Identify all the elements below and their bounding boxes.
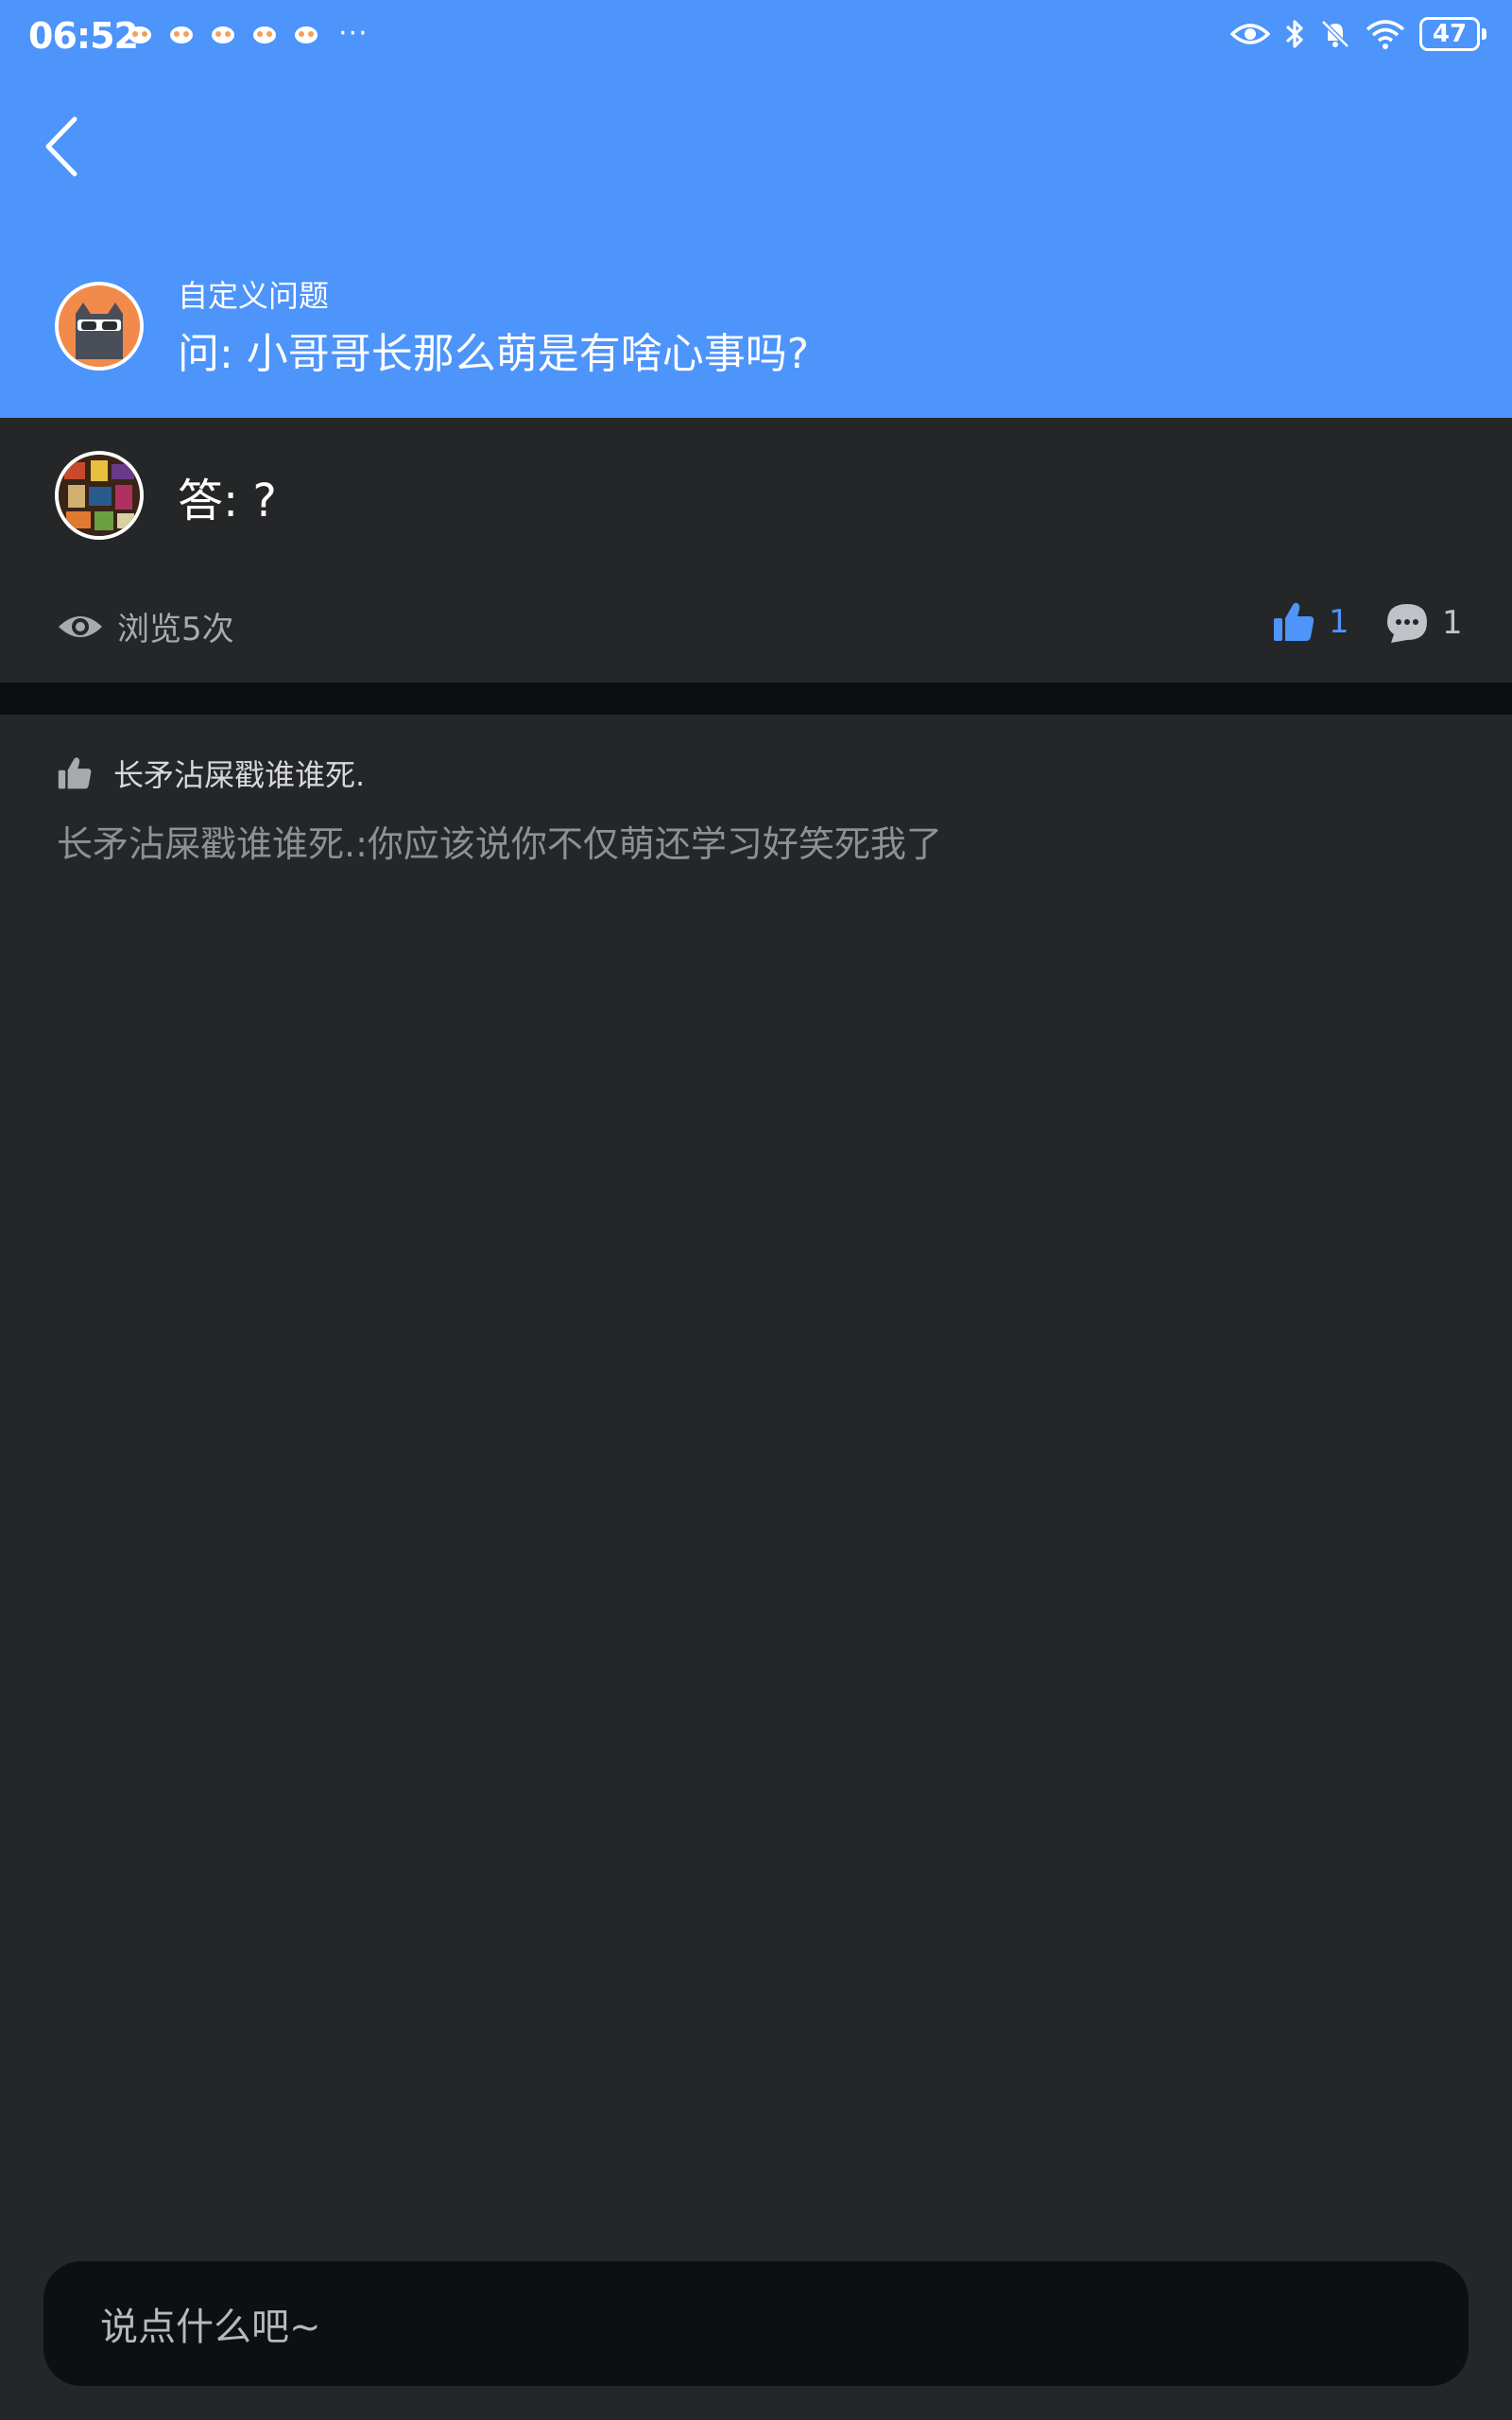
question-avatar[interactable] <box>55 282 144 371</box>
battery-indicator: 47 <box>1419 17 1486 51</box>
status-bar: 06:52 ··· 47 <box>0 0 1512 76</box>
notification-app-icon <box>129 26 151 43</box>
eye-comfort-icon <box>1230 24 1270 44</box>
notification-app-icon <box>170 26 193 43</box>
mute-bell-icon <box>1321 20 1349 48</box>
answer-text: 答: ? <box>178 475 277 527</box>
notification-icons: ··· <box>127 17 369 50</box>
like-count: 1 <box>1329 603 1349 641</box>
liked-by-user[interactable]: 长矛沾屎戳谁谁死. <box>113 752 365 795</box>
comment-input-placeholder: 说点什么吧~ <box>100 2306 321 2349</box>
cat-sunglasses-icon <box>59 285 140 367</box>
thumbs-up-icon <box>1274 602 1314 641</box>
status-more: ··· <box>338 17 369 50</box>
header: 06:52 ··· 47 自定义问题 问: 小哥哥长那么萌是有啥心事吗? <box>0 0 1512 418</box>
bluetooth-icon <box>1285 20 1303 48</box>
list-item[interactable]: 长矛沾屎戳谁谁死.:你应该说你不仅萌还学习好笑死我了 <box>57 815 942 867</box>
question-category: 自定义问题 <box>178 278 330 314</box>
eye-icon <box>59 615 102 637</box>
status-time: 06:52 <box>28 15 139 57</box>
liked-by-row: 长矛沾屎戳谁谁死. <box>57 752 365 795</box>
battery-level: 47 <box>1432 20 1468 48</box>
comment-bubble-icon <box>1387 604 1427 643</box>
chevron-left-icon <box>45 116 77 177</box>
answer-avatar[interactable] <box>55 451 144 540</box>
section-divider <box>0 683 1512 715</box>
view-count: 浏览5次 <box>57 603 234 649</box>
notification-app-icon <box>212 26 234 43</box>
notification-app-icon <box>253 26 276 43</box>
thumbs-up-icon <box>58 757 92 789</box>
wifi-icon <box>1366 20 1405 49</box>
comment-input[interactable]: 说点什么吧~ <box>43 2261 1469 2386</box>
view-count-label: 浏览5次 <box>117 611 234 648</box>
notification-app-icon <box>295 26 318 43</box>
question-text: 问: 小哥哥长那么萌是有啥心事吗? <box>178 330 810 378</box>
comment-button[interactable]: 1 <box>1385 601 1463 645</box>
like-button[interactable]: 1 <box>1272 601 1349 643</box>
status-right: 47 <box>1230 17 1486 51</box>
comment-count: 1 <box>1442 604 1463 642</box>
back-button[interactable] <box>28 104 94 189</box>
user-avatar-image <box>59 455 140 536</box>
stats-row: 浏览5次 1 1 <box>0 586 1512 662</box>
